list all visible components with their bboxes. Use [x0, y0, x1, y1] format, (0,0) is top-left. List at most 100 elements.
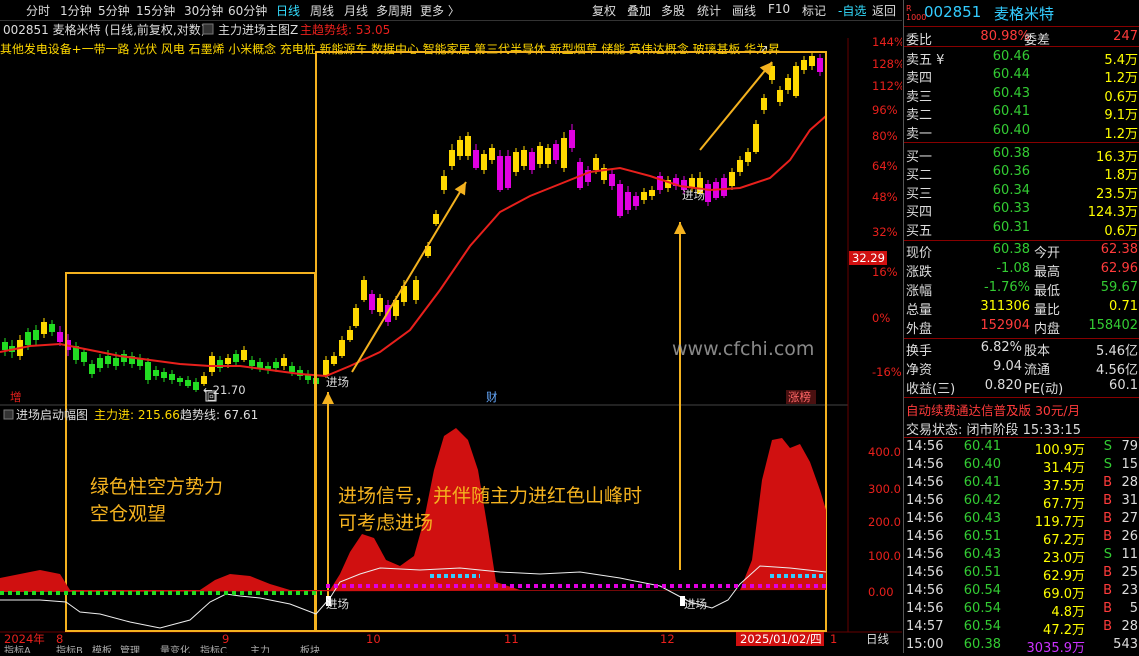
bottom-tab[interactable]: 模板 [92, 644, 112, 653]
toolbar-button-4[interactable]: 画线 [732, 2, 756, 19]
candle [81, 352, 87, 362]
candle [593, 158, 599, 170]
marker-label: ↗ [760, 44, 768, 55]
candle [753, 124, 759, 152]
toolbar-button-5[interactable]: F10 [768, 2, 790, 16]
period-tab-8[interactable]: 月线 [344, 2, 368, 19]
period-tab-0[interactable]: 分时 [26, 2, 50, 19]
price-axis-label: -16% [872, 365, 902, 379]
candle [209, 356, 215, 372]
candle [433, 214, 439, 224]
tick-side: B [1103, 475, 1112, 490]
candle [105, 356, 111, 364]
indicator-name[interactable]: 主力进场主图Z [218, 23, 298, 37]
candle [257, 362, 263, 368]
candle [817, 58, 823, 72]
ask-label: 卖三 [906, 89, 933, 105]
ask-volume: 9.1万 [1104, 108, 1138, 124]
tick-time: 14:56 [906, 511, 944, 526]
tick-price: 60.40 [963, 457, 1001, 472]
bottom-tab[interactable]: 管理 [120, 644, 140, 653]
ask-volume: 0.6万 [1104, 89, 1138, 105]
candle [793, 66, 799, 96]
candle [569, 130, 575, 148]
candle [377, 298, 383, 312]
bid-volume: 16.3万 [1096, 150, 1138, 165]
finance-label: 收益(三) [906, 382, 956, 397]
date-axis-label: 11 [504, 632, 519, 646]
candle [473, 150, 479, 168]
period-tab-4[interactable]: 30分钟 [184, 2, 223, 19]
tick-price: 60.51 [963, 529, 1001, 544]
marker-hui[interactable]: 回 [207, 392, 216, 403]
chart-title: 002851 麦格米特 (日线,前复权,对数) [3, 22, 205, 37]
candle [625, 192, 631, 210]
concept-tags: 其他发电设备+一带一路 光伏 风电 石墨烯 小米概念 充电桩 新能源车 数据中心… [0, 42, 780, 56]
tick-price: 60.38 [963, 637, 1001, 652]
annotation-mid-line1: 进场信号，并伴随主力进红色山峰时 [338, 485, 642, 507]
finance-label: 净资 [906, 363, 933, 378]
marker-zhangbang[interactable]: 涨榜 [788, 390, 811, 404]
ask-volume: 1.2万 [1104, 126, 1138, 142]
candle [737, 160, 743, 172]
tick-count: 28 [1121, 619, 1138, 634]
candle [633, 196, 639, 206]
candle [609, 174, 615, 186]
period-tab-6[interactable]: 日线 [276, 2, 300, 19]
period-tab-5[interactable]: 60分钟 [228, 2, 267, 19]
promo-link[interactable]: 自动续费通达信普及版 30元/月 [906, 400, 1080, 419]
tick-count: 543 [1113, 637, 1138, 652]
tick-price: 60.41 [963, 475, 1001, 490]
candle [481, 154, 487, 170]
watermark: www.cfchi.com [672, 338, 814, 360]
candle [41, 322, 47, 334]
price-axis-label: 128% [872, 57, 902, 71]
toolbar-button-7[interactable]: -自选 [838, 2, 866, 19]
quote-value: 62.96 [1100, 261, 1138, 276]
bottom-tab[interactable]: 板块 [300, 644, 320, 653]
period-tab-9[interactable]: 多周期 [376, 2, 412, 19]
toolbar-button-8[interactable]: 返回 [872, 2, 896, 19]
kline-chart[interactable]: 002851 麦格米特 (日线,前复权,对数) 主力进场主图Z 主趋势线: 53.0… [0, 20, 902, 653]
marker-zeng[interactable]: 增 [10, 390, 22, 404]
tick-time: 14:56 [906, 565, 944, 580]
bottom-tab[interactable]: 主力 [250, 644, 270, 653]
bottom-tab[interactable]: 指标C [200, 644, 227, 653]
candle [121, 354, 127, 362]
candle [353, 308, 359, 326]
finance-value: 60.1 [1109, 378, 1138, 393]
bottom-tab[interactable]: 指标B [56, 644, 83, 653]
tick-side: S [1103, 457, 1112, 472]
indicator-settings-icon[interactable] [202, 23, 214, 35]
period-tab-1[interactable]: 1分钟 [60, 2, 92, 19]
bid-price: 60.34 [992, 182, 1030, 198]
period-tab-7[interactable]: 周线 [310, 2, 334, 19]
period-tab-3[interactable]: 15分钟 [136, 2, 175, 19]
candle [225, 358, 231, 364]
annotation-left-line1: 绿色柱空方势力 [90, 476, 223, 498]
main-trend-line [0, 115, 827, 378]
period-tab-2[interactable]: 5分钟 [98, 2, 130, 19]
candle [193, 382, 199, 390]
toolbar-button-6[interactable]: 标记 [802, 2, 826, 19]
bid-label: 买二 [906, 168, 933, 184]
toolbar-button-0[interactable]: 复权 [592, 2, 616, 19]
tick-time: 14:56 [906, 529, 944, 544]
candle [153, 370, 159, 376]
period-tab-10[interactable]: 更多 〉 [420, 2, 460, 19]
sub-title[interactable]: 进场启动幅图 [16, 407, 88, 422]
bottom-tab[interactable]: 指标A [4, 644, 31, 653]
quote-label: 最低 [1034, 284, 1061, 299]
bid-label: 买五 [906, 223, 933, 239]
sub-settings-icon[interactable] [3, 409, 14, 420]
marker-cai[interactable]: 财 [486, 390, 498, 404]
toolbar-button-2[interactable]: 多股 [661, 2, 685, 19]
toolbar-button-1[interactable]: 叠加 [627, 2, 651, 19]
sub-entry-label: 进场 [326, 597, 349, 611]
toolbar-button-3[interactable]: 统计 [697, 2, 721, 19]
candle [761, 98, 767, 110]
ask-volume: 5.4万 [1104, 53, 1138, 68]
tick-side: B [1103, 511, 1112, 526]
bottom-tab[interactable]: 量变化 [160, 644, 190, 653]
bid-price: 60.38 [992, 146, 1030, 161]
